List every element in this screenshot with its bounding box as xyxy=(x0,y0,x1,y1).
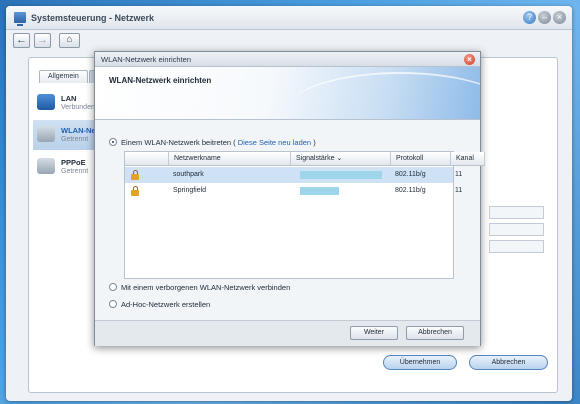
minimize-icon[interactable]: – xyxy=(538,11,551,24)
radio-label-suffix: ) xyxy=(313,138,316,147)
connection-title: PPPoE xyxy=(61,158,86,167)
connection-status: Verbunden xyxy=(61,104,95,111)
radio-join-network[interactable]: Einem WLAN-Netzwerk beitreten ( Diese Se… xyxy=(109,137,316,149)
lan-icon xyxy=(37,94,55,110)
radio-button[interactable] xyxy=(109,300,117,309)
apply-button[interactable]: Übernehmen xyxy=(383,355,457,370)
table-header-lock xyxy=(125,152,169,166)
radio-button[interactable] xyxy=(109,283,117,292)
next-button[interactable]: Weiter xyxy=(350,326,398,340)
wlan-setup-dialog: WLAN-Netzwerk einrichten × WLAN-Netzwerk… xyxy=(94,51,485,346)
signal-strength-bar xyxy=(300,187,339,195)
connection-title: LAN xyxy=(61,94,77,103)
radio-label: Einem WLAN-Netzwerk beitreten ( xyxy=(121,138,236,147)
reload-link[interactable]: Diese Seite neu laden xyxy=(238,138,311,147)
settings-field[interactable] xyxy=(489,240,544,253)
monitor-icon xyxy=(14,12,26,26)
dialog-banner: WLAN-Netzwerk einrichten xyxy=(95,67,480,120)
dialog-heading: WLAN-Netzwerk einrichten xyxy=(109,76,212,85)
sort-indicator-icon: ⌄ xyxy=(336,155,343,162)
table-header-signal[interactable]: Signalstärke ⌄ xyxy=(291,152,391,166)
header-label: Signalstärke xyxy=(296,155,335,162)
dialog-body: Einem WLAN-Netzwerk beitreten ( Diese Se… xyxy=(95,121,485,320)
table-row[interactable]: southpark 802.11b/g 11 xyxy=(125,167,462,183)
title-bar: Systemsteuerung - Netzwerk ? – × xyxy=(6,6,572,30)
window-title: Systemsteuerung - Netzwerk xyxy=(31,13,155,23)
help-icon[interactable]: ? xyxy=(523,11,536,24)
network-table: Netzwerkname Signalstärke ⌄ Protokoll Ka… xyxy=(124,151,485,279)
radio-button[interactable] xyxy=(109,138,117,147)
settings-field[interactable] xyxy=(489,223,544,236)
lock-icon xyxy=(131,170,139,180)
table-header-channel[interactable]: Kanal xyxy=(451,152,485,166)
tab-allgemein[interactable]: Allgemein xyxy=(39,70,88,83)
table-row[interactable]: Springfield 802.11b/g 11 xyxy=(125,183,462,199)
arrow-right-icon[interactable]: → xyxy=(34,33,51,48)
radio-adhoc-network[interactable]: Ad-Hoc-Netzwerk erstellen xyxy=(109,299,210,311)
table-header-protocol[interactable]: Protokoll xyxy=(391,152,451,166)
home-icon[interactable]: ⌂ xyxy=(59,33,80,48)
table-header-name[interactable]: Netzwerkname xyxy=(169,152,291,166)
radio-hidden-network[interactable]: Mit einem verborgenen WLAN-Netzwerk verb… xyxy=(109,282,290,294)
arrow-left-icon[interactable]: ← xyxy=(13,33,30,48)
dialog-footer: Weiter Abbrechen xyxy=(95,320,480,346)
close-icon[interactable]: × xyxy=(553,11,566,24)
connection-status: Getrennt xyxy=(61,168,89,175)
wlan-icon xyxy=(37,126,55,142)
network-channel: 11 xyxy=(455,171,463,178)
dialog-title: WLAN-Netzwerk einrichten xyxy=(101,55,192,64)
network-protocol: 802.11b/g xyxy=(395,187,426,194)
connection-status: Getrennt xyxy=(61,136,89,143)
network-channel: 11 xyxy=(455,187,463,194)
cancel-button[interactable]: Abbrechen xyxy=(406,326,464,340)
dialog-title-bar: WLAN-Netzwerk einrichten × xyxy=(95,52,480,67)
network-name: Springfield xyxy=(173,187,207,194)
radio-label: Mit einem verborgenen WLAN-Netzwerk verb… xyxy=(121,283,291,292)
cancel-button[interactable]: Abbrechen xyxy=(469,355,548,370)
signal-strength-bar xyxy=(300,171,382,179)
radio-label: Ad-Hoc-Netzwerk erstellen xyxy=(121,300,211,309)
network-name: southpark xyxy=(173,171,204,178)
settings-field[interactable] xyxy=(489,206,544,219)
pppoe-icon xyxy=(37,158,55,174)
close-icon[interactable]: × xyxy=(464,54,475,65)
network-protocol: 802.11b/g xyxy=(395,171,426,178)
lock-icon xyxy=(131,186,139,196)
